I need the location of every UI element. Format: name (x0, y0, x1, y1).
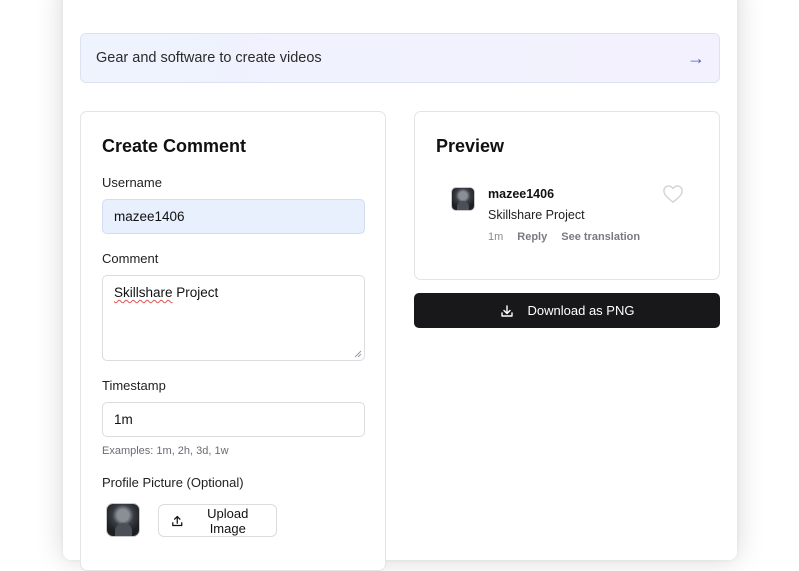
download-png-label: Download as PNG (527, 303, 635, 318)
comment-textarea[interactable]: Skillshare Project (102, 275, 365, 361)
comment-label: Comment (102, 251, 159, 266)
preview-username: mazee1406 (488, 187, 555, 201)
timestamp-hint: Examples: 1m, 2h, 3d, 1w (102, 445, 229, 457)
timestamp-input[interactable] (102, 402, 365, 437)
profile-picture-label: Profile Picture (Optional) (102, 475, 244, 490)
download-png-button[interactable]: Download as PNG (414, 293, 720, 328)
preview-avatar (451, 187, 475, 211)
preview-comment-meta: 1m Reply See translation (488, 231, 640, 243)
create-comment-title: Create Comment (102, 136, 247, 156)
preview-comment-text: Skillshare Project (488, 208, 585, 222)
resource-banner-link[interactable]: Gear and software to create videos → (80, 33, 720, 83)
comment-text-rest: Project (172, 285, 219, 300)
username-label: Username (102, 175, 162, 190)
profile-picture-thumbnail (106, 503, 140, 537)
comment-text-misspelled: Skillshare (114, 285, 173, 300)
arrow-right-icon: → (687, 47, 705, 68)
download-icon (500, 304, 513, 317)
preview-reply-link[interactable]: Reply (517, 231, 547, 243)
upload-image-button[interactable]: Upload Image (158, 504, 277, 537)
upload-icon (172, 515, 183, 526)
timestamp-label: Timestamp (102, 378, 166, 393)
preview-title: Preview (436, 136, 505, 156)
preview-see-translation-link[interactable]: See translation (561, 231, 640, 243)
banner-text: Gear and software to create videos (96, 50, 322, 66)
preview-card: Preview mazee1406 Skillshare Project 1m … (414, 111, 720, 280)
username-input[interactable] (102, 199, 365, 234)
heart-icon[interactable] (662, 184, 684, 204)
preview-timestamp: 1m (488, 231, 504, 243)
resize-handle-icon[interactable] (354, 350, 362, 358)
create-comment-card: Create Comment Username Comment Skillsha… (80, 111, 386, 571)
upload-image-label: Upload Image (207, 505, 249, 536)
